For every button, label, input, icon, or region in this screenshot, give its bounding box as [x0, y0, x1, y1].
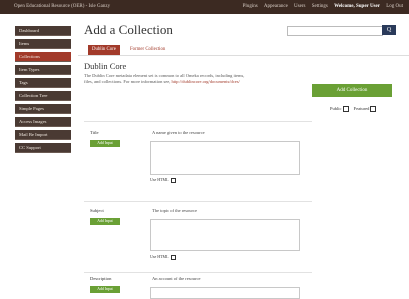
featured-checkbox[interactable] [370, 106, 377, 112]
description-line-2: files, and collections. For more informa… [84, 79, 172, 84]
sidebar-item-label: Collections [19, 54, 40, 59]
search-button[interactable]: Q [382, 25, 396, 35]
sidebar-item-label: Mail Be Import [19, 132, 48, 137]
add-collection-button[interactable]: Add Collection [312, 84, 392, 97]
field-help-description: An account of the resource [152, 276, 201, 281]
tab-dublin-core[interactable]: Dublin Core [88, 45, 120, 55]
nav-settings[interactable]: Settings [312, 4, 328, 9]
field-help-title: A name given to the resource [152, 130, 205, 135]
sidebar-item-tags[interactable]: Tags [15, 78, 71, 88]
add-input-button[interactable]: Add Input [90, 140, 120, 147]
nav-plugins[interactable]: Plugins [243, 4, 258, 9]
tab-former-collection[interactable]: Former Collection [126, 45, 169, 55]
welcome-text: Welcome, Super User [334, 4, 380, 9]
sidebar-item-dashboard[interactable]: Dashboard [15, 26, 71, 36]
sidebar-item-label: Collection Tree [19, 93, 48, 98]
nav-appearance[interactable]: Appearance [264, 4, 288, 9]
sidebar-item-cc-support[interactable]: CC Support [15, 143, 71, 153]
use-html-option[interactable]: Use HTML [150, 177, 176, 183]
sidebar-item-label: CC Support [19, 145, 41, 150]
sidebar-item-collection-tree[interactable]: Collection Tree [15, 91, 71, 101]
tab-bar: Dublin Core Former Collection [78, 43, 409, 56]
top-nav: Plugins Appearance Users Settings Welcom… [238, 4, 403, 9]
add-input-button[interactable]: Add Input [90, 218, 120, 225]
sidebar-item-mail-import[interactable]: Mail Be Import [15, 130, 71, 140]
search-input[interactable] [287, 26, 383, 36]
add-input-button[interactable]: Add Input [90, 286, 120, 293]
sidebar-item-label: Dashboard [19, 28, 39, 33]
field-help-subject: The topic of the resource [152, 208, 197, 213]
sidebar-item-item-types[interactable]: Item Types [15, 65, 71, 75]
divider [84, 121, 312, 122]
search-icon: Q [386, 27, 392, 33]
sidebar-item-label: Item Types [19, 67, 40, 72]
main-content: Add a Collection Q Dublin Core Former Co… [78, 14, 409, 299]
sidebar-item-access-images[interactable]: Access Images [15, 117, 71, 127]
logout-link[interactable]: Log Out [386, 4, 403, 9]
sidebar-item-label: Tags [19, 80, 28, 85]
subject-textarea[interactable] [150, 219, 300, 251]
sidebar-item-label: Access Images [19, 119, 47, 124]
section-description: The Dublin Core metadata element set is … [84, 73, 310, 85]
public-checkbox[interactable] [342, 106, 349, 112]
use-html-checkbox[interactable] [170, 177, 176, 183]
section-title: Dublin Core [84, 61, 127, 71]
sidebar-item-collections[interactable]: Collections [15, 52, 71, 62]
use-html-label: Use HTML [150, 177, 169, 182]
sidebar-item-label: Items [19, 41, 30, 46]
publish-options: Public Featured [330, 106, 380, 112]
nav-users[interactable]: Users [294, 4, 305, 9]
sidebar-item-label: Simple Pages [19, 106, 44, 111]
divider [84, 272, 312, 273]
dublin-core-link[interactable]: http://dublincore.org/documents/dces/ [171, 79, 239, 84]
sidebar: Dashboard Items Collections Item Types T… [0, 14, 78, 299]
featured-label: Featured [353, 106, 370, 112]
field-label-title: Title [90, 130, 99, 135]
use-html-option[interactable]: Use HTML [150, 254, 176, 260]
public-label: Public [330, 106, 342, 112]
description-textarea[interactable] [150, 287, 300, 299]
site-name[interactable]: Open Educational Resource (OER) - Isle G… [14, 4, 110, 9]
description-line-1: The Dublin Core metadata element set is … [84, 73, 245, 78]
field-label-subject: Subject [90, 208, 104, 213]
top-bar: Open Educational Resource (OER) - Isle G… [0, 0, 409, 14]
page-title: Add a Collection [84, 22, 173, 37]
sidebar-item-simple-pages[interactable]: Simple Pages [15, 104, 71, 114]
sidebar-item-items[interactable]: Items [15, 39, 71, 49]
use-html-label: Use HTML [150, 254, 169, 259]
divider [84, 201, 312, 202]
field-label-description: Description [90, 276, 112, 281]
title-textarea[interactable] [150, 141, 300, 175]
use-html-checkbox[interactable] [170, 254, 176, 260]
